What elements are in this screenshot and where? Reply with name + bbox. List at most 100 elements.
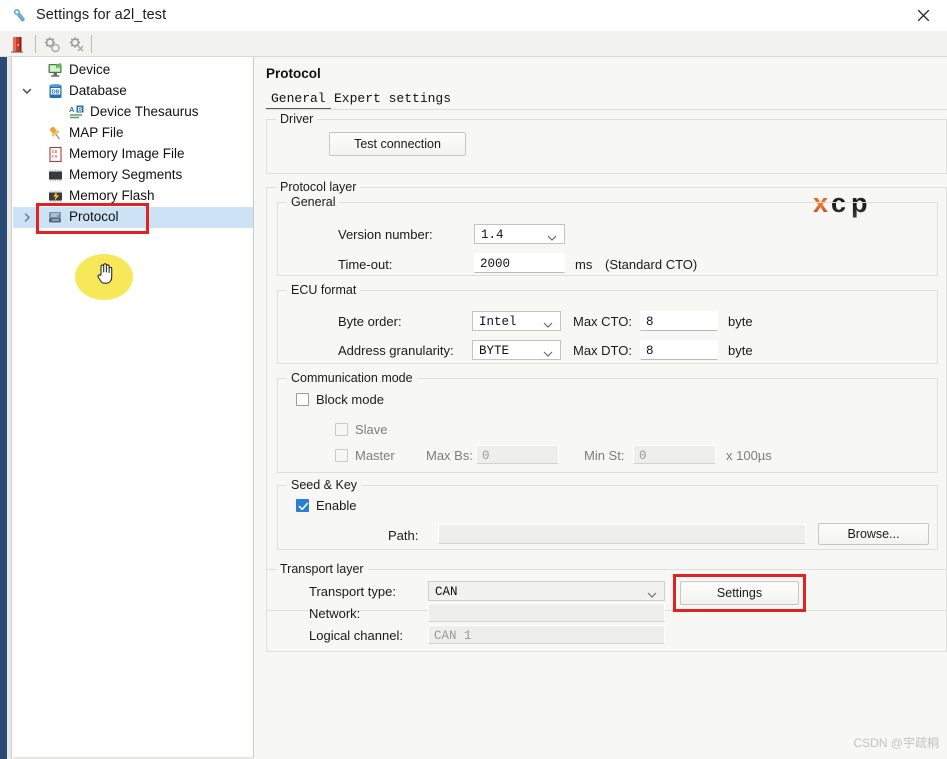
min-st-unit: x 100µs [726, 448, 772, 463]
svg-text:B: B [78, 107, 83, 114]
communication-mode-group: Communication mode Block mode Slave Mast… [277, 371, 938, 473]
sidebar-item-memory-segments[interactable]: Memory Segments [13, 165, 253, 186]
settings-tree[interactable]: Device DB Database A B Device Thesaurus … [13, 57, 254, 759]
title-bar: Settings for a2l_test [0, 0, 947, 32]
svg-text:A: A [69, 105, 75, 114]
block-mode-label: Block mode [316, 392, 384, 407]
min-st-input[interactable]: 0 [633, 445, 716, 464]
ecu-format-group: ECU format Byte order: Intel Address gra… [277, 283, 938, 364]
tab-bar: General Expert settings [266, 89, 947, 110]
toolbar-separator-1 [35, 35, 36, 53]
min-st-label: Min St: [584, 448, 625, 463]
protocol-general-group: General Version number: 1.4 Time-out: 20… [277, 195, 938, 276]
sidebar-item-protocol[interactable]: Protocol [13, 207, 253, 228]
seed-key-path-label: Path: [388, 528, 419, 543]
logical-channel-input[interactable]: CAN 1 [428, 625, 665, 644]
max-cto-input[interactable]: 8 [640, 311, 718, 331]
ecu-format-group-title: ECU format [287, 283, 361, 297]
version-number-value: 1.4 [481, 228, 504, 242]
watermark: CSDN @宇疏桐 [853, 736, 939, 750]
sidebar-item-device[interactable]: Device [13, 60, 253, 81]
max-dto-input[interactable]: 8 [640, 340, 718, 360]
protocol-layer-group: Protocol layer General Version number: 1… [266, 180, 947, 611]
max-dto-label: Max DTO: [573, 343, 632, 358]
svg-text:DB: DB [52, 89, 60, 95]
tab-expert-settings[interactable]: Expert settings [329, 89, 456, 110]
network-input[interactable] [428, 603, 665, 622]
sidebar-item-label: Memory Segments [69, 167, 183, 182]
driver-group: Driver Test connection x c p [266, 112, 947, 218]
transport-type-value: CAN [435, 585, 458, 599]
logical-channel-label: Logical channel: [309, 628, 403, 643]
window-edge-accent [0, 57, 7, 759]
max-cto-unit: byte [728, 314, 753, 329]
wrench-icon [11, 7, 29, 25]
sidebar-item-memory-flash[interactable]: Memory Flash [13, 186, 253, 207]
version-number-select[interactable]: 1.4 [474, 224, 565, 244]
slave-label: Slave [355, 422, 388, 437]
address-granularity-label: Address granularity: [338, 343, 454, 358]
close-button[interactable] [901, 0, 947, 31]
byte-order-label: Byte order: [338, 314, 402, 329]
time-out-label: Time-out: [338, 257, 393, 272]
master-checkbox[interactable] [335, 449, 348, 462]
sidebar-item-label: Device Thesaurus [90, 104, 199, 119]
seed-key-path-input[interactable] [438, 524, 806, 544]
tab-general[interactable]: General [266, 89, 331, 110]
max-bs-input[interactable]: 0 [476, 445, 559, 464]
max-bs-label: Max Bs: [426, 448, 473, 463]
max-cto-label: Max CTO: [573, 314, 632, 329]
byte-order-select[interactable]: Intel [472, 311, 561, 331]
pushpin-icon [47, 125, 64, 142]
tab-underline [266, 109, 947, 110]
master-label: Master [355, 448, 395, 463]
sidebar-item-memory-image-file[interactable]: EB F9 Memory Image File [13, 144, 253, 165]
settings-dialog: Settings for a2l_test Device DB Database… [0, 0, 947, 759]
sidebar-item-label: Database [69, 83, 127, 98]
sidebar-item-device-thesaurus[interactable]: A B Device Thesaurus [13, 102, 253, 123]
address-granularity-select[interactable]: BYTE [472, 340, 561, 360]
logical-channel-value: CAN 1 [434, 629, 472, 643]
time-out-note: (Standard CTO) [605, 257, 698, 272]
transport-type-select[interactable]: CAN [428, 581, 665, 601]
window-edge-gutter [7, 57, 12, 759]
network-label: Network: [309, 606, 361, 621]
time-out-value: 2000 [480, 257, 511, 271]
transport-layer-group: Transport layer Transport type: CAN Netw… [266, 562, 947, 652]
chevron-down-icon [543, 319, 553, 333]
seed-key-enable-checkbox[interactable] [296, 499, 309, 512]
chevron-right-icon[interactable] [19, 207, 35, 228]
max-dto-value: 8 [646, 344, 654, 358]
sidebar-item-label: Memory Image File [69, 146, 185, 161]
slave-checkbox[interactable] [335, 423, 348, 436]
sidebar-item-label: Memory Flash [69, 188, 155, 203]
byte-order-value: Intel [479, 315, 517, 329]
address-granularity-value: BYTE [479, 344, 510, 358]
transport-settings-button[interactable]: Settings [680, 581, 799, 605]
memory-chip-icon [47, 167, 64, 184]
chevron-down-icon[interactable] [19, 81, 35, 102]
communication-mode-group-title: Communication mode [287, 371, 417, 385]
window-title: Settings for a2l_test [36, 7, 167, 23]
seed-key-group-title: Seed & Key [287, 478, 362, 492]
protocol-general-group-title: General [287, 195, 340, 209]
exit-door-icon[interactable] [8, 34, 30, 55]
test-connection-button[interactable]: Test connection [329, 132, 466, 156]
hand-cursor-icon [96, 262, 114, 284]
protocol-settings-panel: Protocol General Expert settings Driver … [254, 57, 947, 759]
monitor-icon [47, 62, 64, 79]
sidebar-item-map-file[interactable]: MAP File [13, 123, 253, 144]
browse-button[interactable]: Browse... [818, 523, 929, 545]
chevron-down-icon [547, 232, 557, 246]
sidebar-item-label: Device [69, 62, 111, 77]
gear-advanced-icon[interactable] [66, 34, 88, 55]
protocol-icon [47, 209, 64, 226]
memory-flash-icon [47, 188, 64, 205]
gear-config-icon[interactable] [41, 34, 63, 55]
sidebar-item-database[interactable]: DB Database [13, 81, 253, 102]
toolbar [0, 31, 947, 57]
transport-layer-group-title: Transport layer [276, 562, 368, 576]
time-out-input[interactable]: 2000 [474, 253, 565, 273]
block-mode-checkbox[interactable] [296, 393, 309, 406]
svg-text:F9: F9 [52, 155, 58, 160]
